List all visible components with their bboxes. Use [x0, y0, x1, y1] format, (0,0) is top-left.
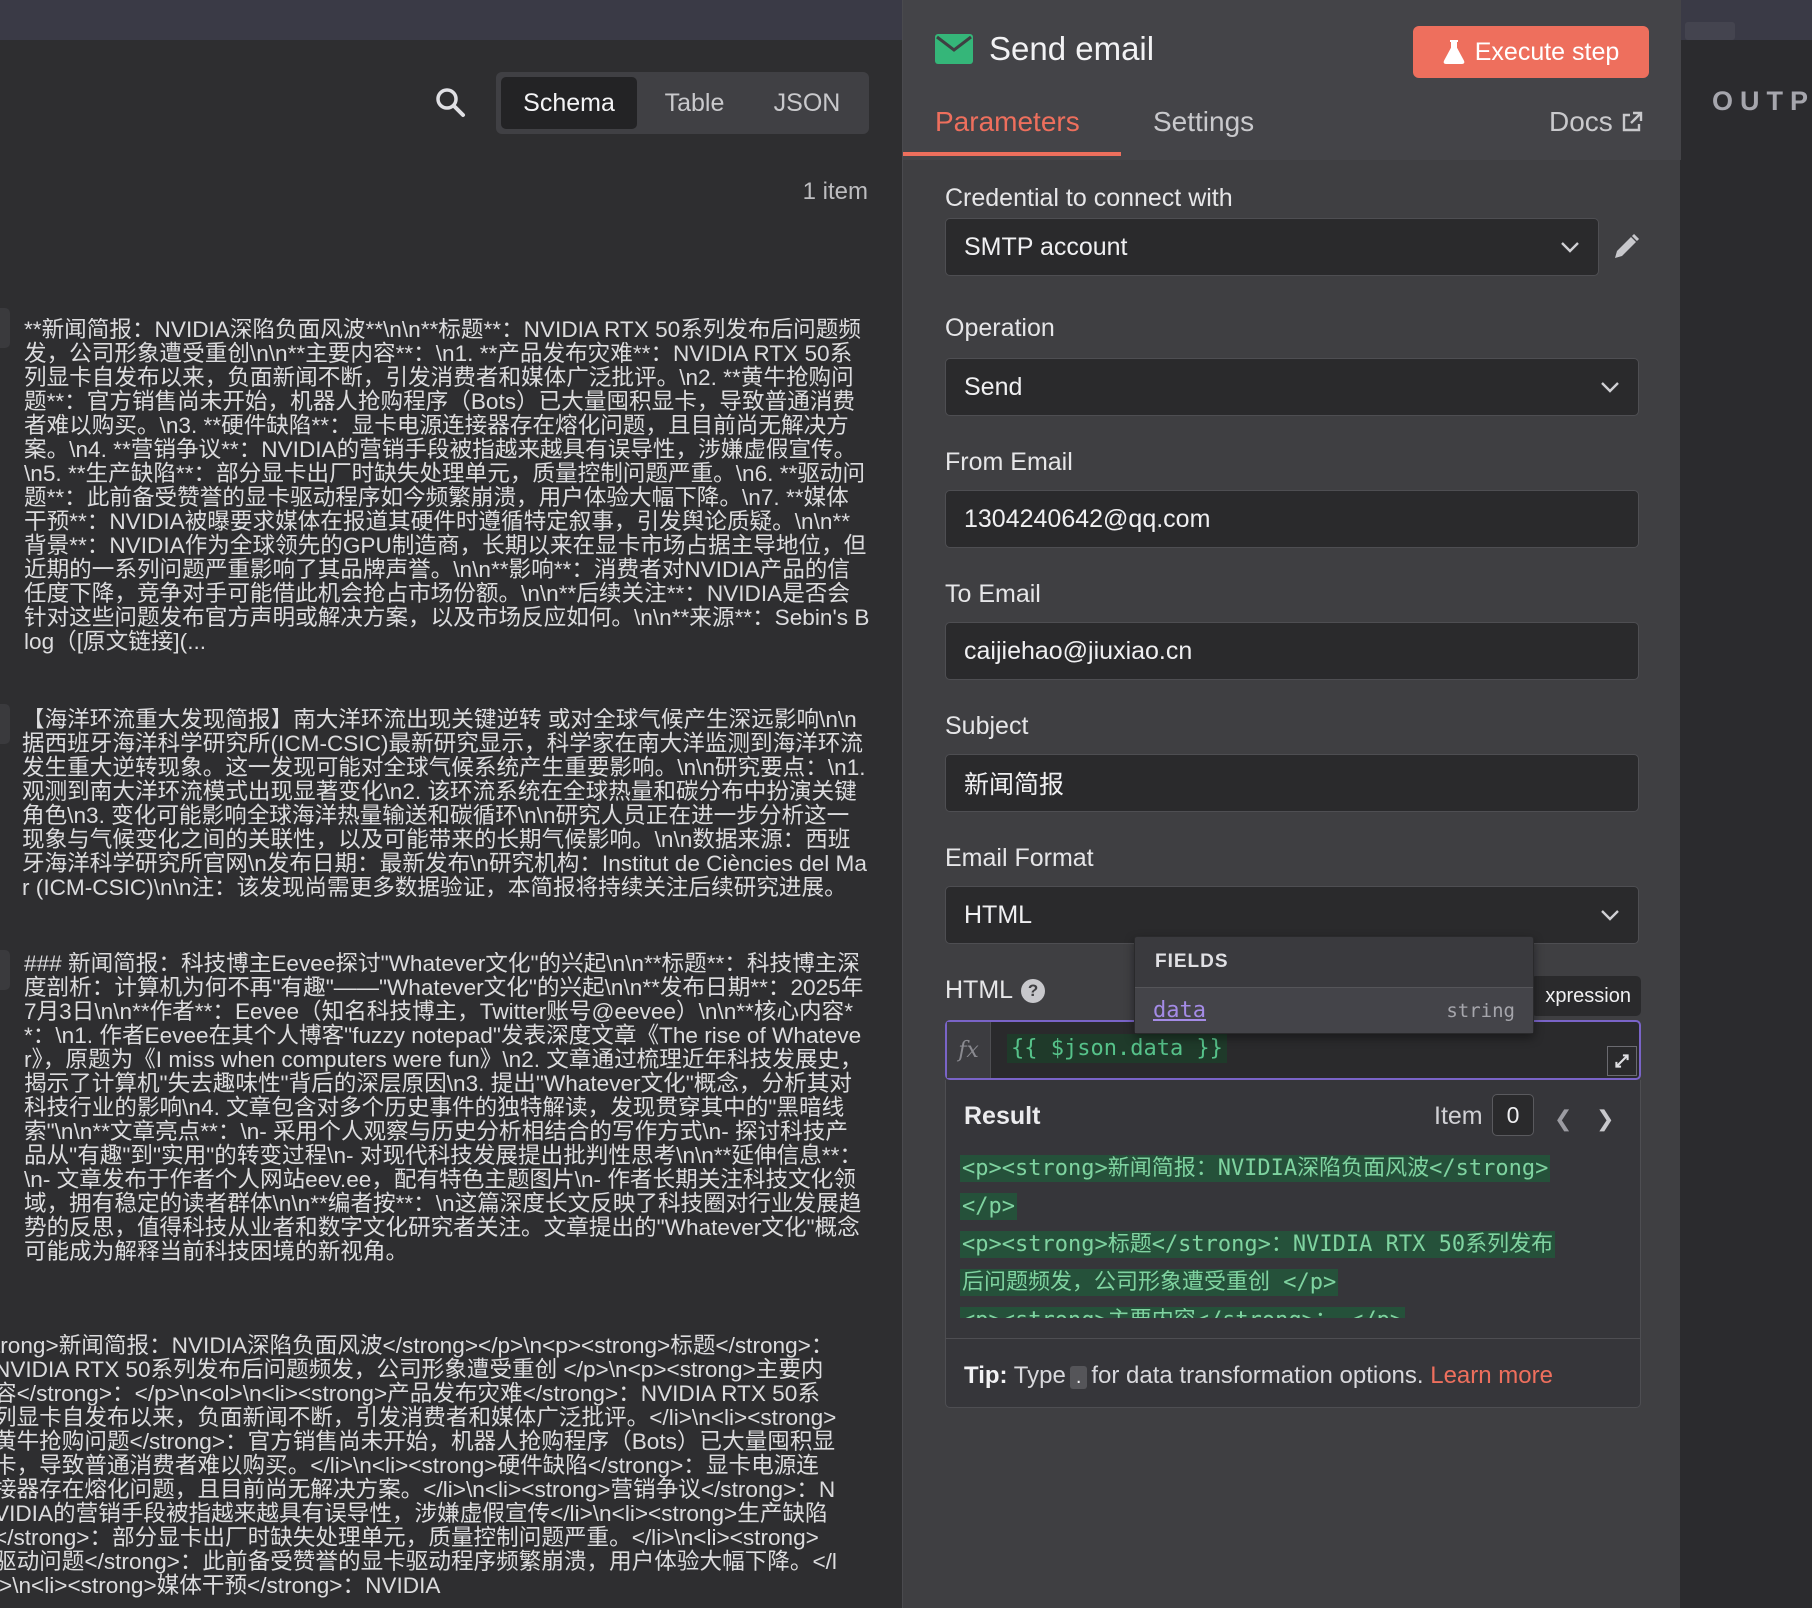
subject-value: 新闻简报: [964, 771, 1065, 799]
dot-key: .: [1069, 1366, 1088, 1389]
record-marker: [0, 950, 10, 990]
execute-step-button[interactable]: Execute step: [1413, 26, 1649, 78]
html-label-text: HTML: [945, 976, 1014, 1004]
field-option-data[interactable]: data string: [1135, 987, 1533, 1033]
tab-schema[interactable]: Schema: [501, 77, 637, 129]
output-panel-label: OUTP: [1712, 86, 1812, 116]
expand-editor-icon[interactable]: [1607, 1046, 1637, 1076]
active-tab-indicator: [903, 152, 1121, 156]
record-value: **新闻简报：NVIDIA深陷负面风波**\n\n**标题**：NVIDIA R…: [24, 318, 870, 654]
tip-before: Type: [1013, 1362, 1066, 1389]
result-line: 后问题频发，公司形象遭受重创 </p>: [960, 1269, 1339, 1296]
output-panel: [1680, 40, 1812, 1608]
tab-json[interactable]: JSON: [752, 77, 862, 129]
item-label: Item: [1434, 1102, 1483, 1130]
top-bar-pill: [1685, 22, 1735, 40]
subject-label: Subject: [945, 712, 1029, 740]
learn-more-link[interactable]: Learn more: [1430, 1362, 1553, 1389]
item-count: 1 item: [802, 178, 868, 205]
divider: [946, 1338, 1640, 1339]
result-label: Result: [964, 1102, 1041, 1130]
credential-value: SMTP account: [964, 232, 1128, 261]
envelope-icon: [935, 34, 973, 64]
docs-link[interactable]: Docs: [1549, 106, 1643, 138]
tip-after: for data transformation options.: [1091, 1362, 1424, 1389]
credential-select[interactable]: SMTP account: [945, 218, 1599, 276]
node-title: Send email: [989, 30, 1155, 67]
field-name: data: [1153, 998, 1206, 1023]
fx-icon: fx: [947, 1022, 991, 1078]
result-line: <p><strong>主要内容</strong>： </p>: [960, 1307, 1406, 1318]
tip-bold: Tip:: [964, 1362, 1008, 1389]
record-value: trong>新闻简报：NVIDIA深陷负面风波</strong></p>\n<p…: [0, 1334, 837, 1598]
field-type: string: [1446, 1000, 1515, 1022]
tab-table[interactable]: Table: [637, 77, 752, 129]
external-link-icon: [1622, 111, 1642, 132]
expression-mode-toggle[interactable]: xpression: [1531, 976, 1641, 1016]
input-panel: Schema Table JSON 1 item **新闻简报：NVIDIA深陷…: [0, 40, 902, 1608]
chevron-down-icon: [1561, 242, 1579, 253]
record-value: 【海洋环流重大发现简报】南大洋环流出现关键逆转 或对全球气候产生深远影响\n\n…: [22, 708, 867, 900]
chevron-left-icon[interactable]: ❮: [1554, 1106, 1572, 1132]
to-email-field[interactable]: caijiehao@jiuxiao.cn: [945, 622, 1639, 680]
help-icon[interactable]: ?: [1021, 979, 1046, 1004]
record-marker: [0, 308, 10, 348]
from-email-value: 1304240642@qq.com: [964, 504, 1211, 533]
from-email-field[interactable]: 1304240642@qq.com: [945, 490, 1639, 548]
to-email-value: caijiehao@jiuxiao.cn: [964, 636, 1193, 665]
tab-parameters[interactable]: Parameters: [935, 106, 1080, 138]
fields-autocomplete-popup: FIELDS data string: [1134, 936, 1534, 1034]
node-parameters-panel: Send email Execute step Parameters Setti…: [902, 0, 1681, 1608]
result-line: <p><strong>标题</strong>：NVIDIA RTX 50系列发布: [960, 1231, 1556, 1258]
chevron-down-icon: [1601, 910, 1619, 921]
from-email-label: From Email: [945, 448, 1073, 476]
item-index-input[interactable]: 0: [1492, 1094, 1534, 1136]
record-value: ### 新闻简报：科技博主Eevee探讨"Whatever文化"的兴起\n\n*…: [24, 952, 864, 1264]
edit-credential-icon[interactable]: [1611, 232, 1641, 262]
view-mode-switch: Schema Table JSON: [496, 72, 869, 134]
flask-icon: [1443, 40, 1465, 64]
expression-result-panel: Result Item 0 ❮ ❯ <p><strong>新闻简报：NVIDIA…: [945, 1080, 1641, 1408]
email-format-value: HTML: [964, 900, 1033, 929]
operation-label: Operation: [945, 314, 1055, 342]
search-icon[interactable]: [434, 86, 466, 118]
result-line: <p><strong>新闻简报：NVIDIA深陷负面风波</strong>: [960, 1155, 1551, 1182]
subject-field[interactable]: 新闻简报: [945, 754, 1639, 812]
docs-label: Docs: [1549, 106, 1613, 137]
email-format-label: Email Format: [945, 844, 1094, 872]
expression-code: {{ $json.data }}: [1007, 1034, 1227, 1063]
chevron-down-icon: [1601, 382, 1619, 393]
credential-label: Credential to connect with: [945, 184, 1233, 212]
result-output: <p><strong>新闻简报：NVIDIA深陷负面风波</strong> </…: [960, 1150, 1632, 1318]
execute-step-label: Execute step: [1474, 37, 1620, 66]
to-email-label: To Email: [945, 580, 1041, 608]
operation-value: Send: [964, 372, 1023, 401]
tab-settings[interactable]: Settings: [1153, 106, 1254, 138]
fields-heading: FIELDS: [1155, 951, 1229, 972]
operation-select[interactable]: Send: [945, 358, 1639, 416]
result-line: </p>: [960, 1193, 1017, 1220]
chevron-right-icon[interactable]: ❯: [1596, 1106, 1614, 1132]
record-marker: [0, 704, 10, 744]
tip-text: Tip: Type. for data transformation option…: [964, 1362, 1553, 1390]
html-label: HTML?: [945, 976, 1046, 1005]
